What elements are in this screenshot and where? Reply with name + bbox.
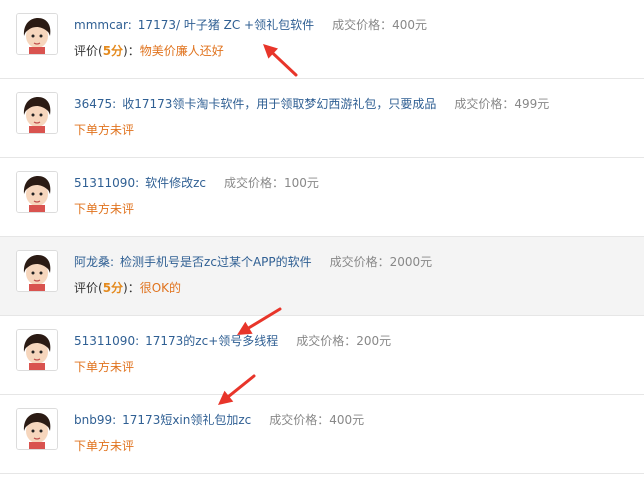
- review-comment: 物美价廉人还好: [139, 44, 224, 58]
- order-title-link[interactable]: 17173/ 叶子猪 ZC +领礼包软件: [138, 18, 314, 32]
- review-line: 评价(5分)：很OK的: [74, 279, 181, 296]
- unrated-status: 下单方未评: [74, 202, 135, 216]
- buyer-name-link[interactable]: 36475:: [74, 97, 116, 111]
- order-review-list: mmmcar: 17173/ 叶子猪 ZC +领礼包软件 成交价格：400元 评价(5…: [0, 0, 644, 474]
- unrated-status: 下单方未评: [74, 439, 135, 453]
- order-line: 阿龙桑: 检测手机号是否zc过某个APP的软件 成交价格：2000元: [74, 253, 432, 270]
- review-line: 下单方未评: [74, 358, 134, 375]
- cartoon-girl-avatar-icon[interactable]: [16, 329, 58, 371]
- deal-price: 成交价格：400元: [332, 18, 428, 32]
- review-line: 评价(5分)：物美价廉人还好: [74, 42, 224, 59]
- rating-label: 评价(: [74, 281, 103, 295]
- review-row: 36475: 收17173领卡淘卡软件，用于领取梦幻西游礼包，只要成品 成交价格：4…: [0, 79, 644, 158]
- review-row: 51311090: 17173的zc+领号多线程 成交价格：200元下单方未评: [0, 316, 644, 395]
- review-row: 51311090: 软件修改zc 成交价格：100元下单方未评: [0, 158, 644, 237]
- review-row: mmmcar: 17173/ 叶子猪 ZC +领礼包软件 成交价格：400元评价(5…: [0, 0, 644, 79]
- rating-label: 评价(: [74, 44, 103, 58]
- order-line: 51311090: 软件修改zc 成交价格：100元: [74, 174, 319, 191]
- review-line: 下单方未评: [74, 121, 134, 138]
- order-line: mmmcar: 17173/ 叶子猪 ZC +领礼包软件 成交价格：400元: [74, 16, 427, 33]
- review-comment: 很OK的: [139, 281, 182, 295]
- deal-price: 成交价格：2000元: [329, 255, 433, 269]
- buyer-name-link[interactable]: 51311090:: [74, 176, 139, 190]
- order-title-link[interactable]: 收17173领卡淘卡软件，用于领取梦幻西游礼包，只要成品: [122, 97, 436, 111]
- buyer-name-link[interactable]: mmmcar:: [74, 18, 132, 32]
- buyer-name-link[interactable]: bnb99:: [74, 413, 116, 427]
- review-line: 下单方未评: [74, 200, 134, 217]
- rating-score: 5分: [102, 44, 124, 58]
- deal-price: 成交价格：400元: [269, 413, 365, 427]
- order-line: 51311090: 17173的zc+领号多线程 成交价格：200元: [74, 332, 391, 349]
- deal-price: 成交价格：499元: [454, 97, 550, 111]
- cartoon-girl-avatar-icon[interactable]: [16, 13, 58, 55]
- review-row: bnb99: 17173短xin领礼包加zc 成交价格：400元下单方未评: [0, 395, 644, 474]
- order-title-link[interactable]: 17173短xin领礼包加zc: [122, 413, 251, 427]
- cartoon-girl-avatar-icon[interactable]: [16, 250, 58, 292]
- buyer-name-link[interactable]: 51311090:: [74, 334, 139, 348]
- order-title-link[interactable]: 软件修改zc: [145, 176, 206, 190]
- rating-label-suffix: )：: [123, 281, 140, 295]
- unrated-status: 下单方未评: [74, 123, 135, 137]
- cartoon-girl-avatar-icon[interactable]: [16, 92, 58, 134]
- deal-price: 成交价格：200元: [296, 334, 392, 348]
- review-line: 下单方未评: [74, 437, 134, 454]
- unrated-status: 下单方未评: [74, 360, 135, 374]
- order-line: 36475: 收17173领卡淘卡软件，用于领取梦幻西游礼包，只要成品 成交价格：4…: [74, 95, 549, 112]
- rating-label-suffix: )：: [123, 44, 140, 58]
- order-title-link[interactable]: 检测手机号是否zc过某个APP的软件: [120, 255, 312, 269]
- cartoon-girl-avatar-icon[interactable]: [16, 408, 58, 450]
- review-row: 阿龙桑: 检测手机号是否zc过某个APP的软件 成交价格：2000元评价(5分)：很…: [0, 237, 644, 316]
- order-line: bnb99: 17173短xin领礼包加zc 成交价格：400元: [74, 411, 364, 428]
- order-title-link[interactable]: 17173的zc+领号多线程: [145, 334, 278, 348]
- cartoon-girl-avatar-icon[interactable]: [16, 171, 58, 213]
- rating-score: 5分: [102, 281, 124, 295]
- buyer-name-link[interactable]: 阿龙桑:: [74, 255, 114, 269]
- deal-price: 成交价格：100元: [224, 176, 319, 190]
